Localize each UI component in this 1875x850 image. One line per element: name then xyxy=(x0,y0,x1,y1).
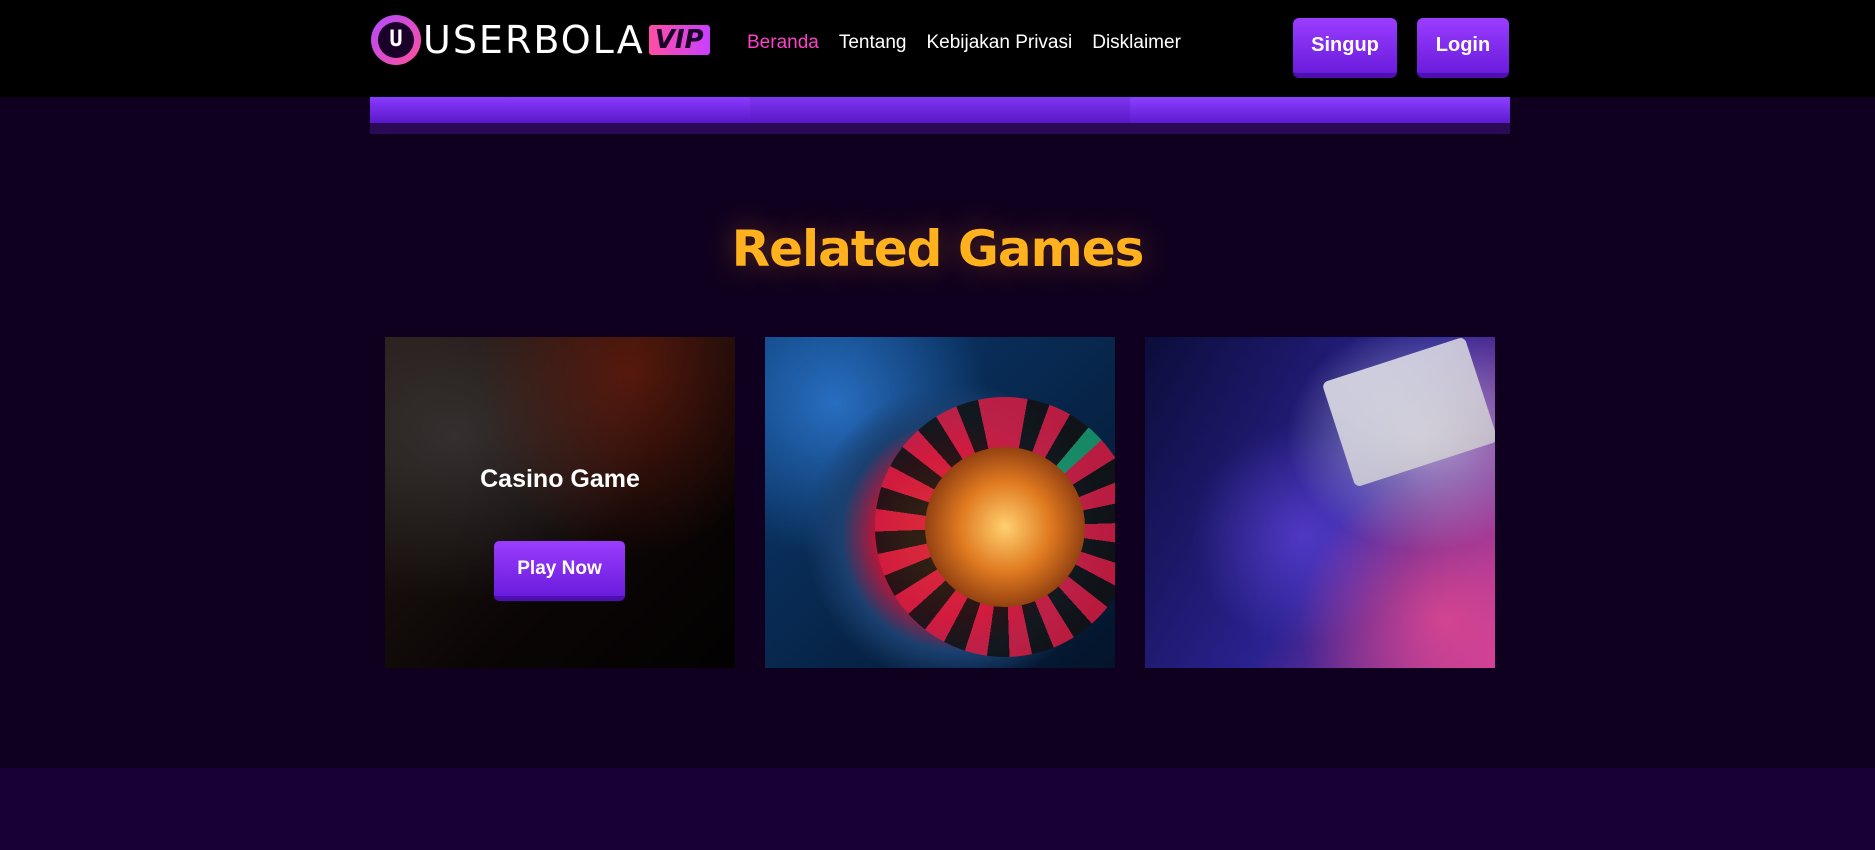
login-button[interactable]: Login xyxy=(1417,18,1509,78)
play-now-button[interactable]: Play Now xyxy=(494,541,625,601)
logo[interactable]: U USERBOLA VIP xyxy=(371,12,710,67)
logo-mark-icon: U xyxy=(371,14,421,65)
main-nav: Beranda Tentang Kebijakan Privasi Diskla… xyxy=(747,32,1201,54)
roulette-center-image xyxy=(925,447,1085,607)
game-card-casino[interactable]: Casino Game Play Now xyxy=(385,337,735,668)
banner-bar xyxy=(370,97,1510,134)
site-header: U USERBOLA VIP Beranda Tentang Kebijakan… xyxy=(0,0,1875,97)
logo-mark-letter: U xyxy=(389,27,403,52)
footer xyxy=(0,768,1875,850)
nav-link-tentang[interactable]: Tentang xyxy=(839,32,907,54)
game-card-poker[interactable] xyxy=(1145,337,1495,668)
section-title: Related Games xyxy=(731,220,1145,278)
poker-cards-image xyxy=(1321,337,1495,488)
banner-segment xyxy=(1130,97,1510,123)
nav-link-beranda[interactable]: Beranda xyxy=(747,32,819,54)
game-card-roulette[interactable] xyxy=(765,337,1115,668)
nav-link-disklaimer[interactable]: Disklaimer xyxy=(1092,32,1181,54)
game-card-title: Casino Game xyxy=(480,465,640,493)
logo-text: USERBOLA xyxy=(423,17,645,62)
nav-link-kebijakan-privasi[interactable]: Kebijakan Privasi xyxy=(926,32,1072,54)
banner-segment xyxy=(370,97,750,123)
logo-badge: VIP xyxy=(648,24,710,55)
signup-button[interactable]: Singup xyxy=(1293,18,1397,78)
slot-machine-image xyxy=(385,337,735,668)
banner-segment xyxy=(750,97,1130,123)
